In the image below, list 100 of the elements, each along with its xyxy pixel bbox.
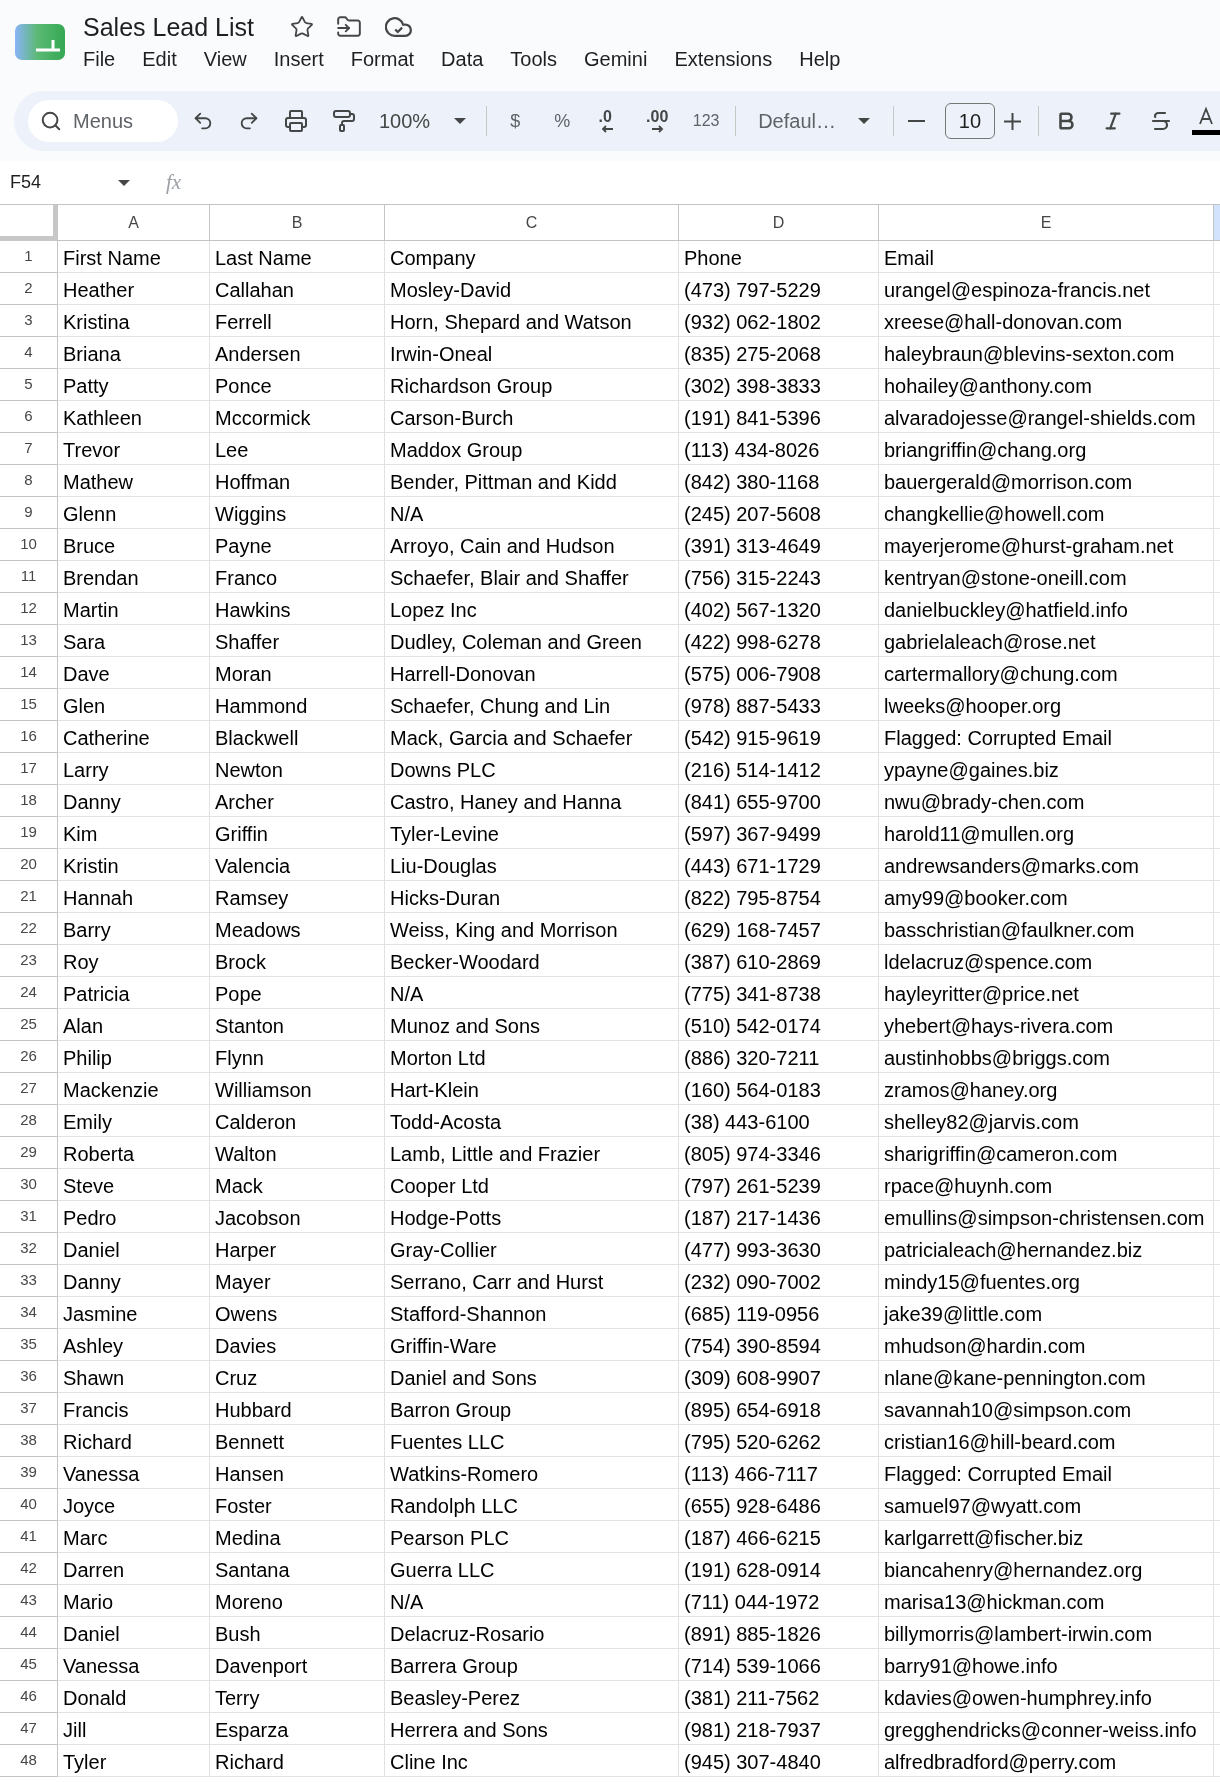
row-header[interactable]: 20 — [0, 849, 58, 881]
table-cell[interactable]: Serrano, Carr and Hurst — [385, 1265, 679, 1297]
table-cell[interactable]: Shawn — [58, 1361, 210, 1393]
font-size-field[interactable]: 10 — [944, 103, 995, 139]
table-cell[interactable]: Horn, Shepard and Watson — [385, 305, 679, 337]
table-cell[interactable]: Walton — [210, 1137, 385, 1169]
table-cell[interactable]: (381) 211-7562 — [679, 1681, 879, 1713]
table-cell[interactable]: Phone — [679, 241, 879, 273]
table-cell[interactable]: (835) 275-2068 — [679, 337, 879, 369]
table-cell[interactable]: (309) 608-9907 — [679, 1361, 879, 1393]
table-cell[interactable]: shelley82@jarvis.com — [879, 1105, 1214, 1137]
table-cell[interactable]: Marc — [58, 1521, 210, 1553]
table-cell[interactable]: Joyce — [58, 1489, 210, 1521]
table-cell[interactable]: (978) 887-5433 — [679, 689, 879, 721]
table-cell[interactable]: Emily — [58, 1105, 210, 1137]
table-cell[interactable]: Flagged: Corrupted Email — [879, 1457, 1214, 1489]
table-cell[interactable]: mhudson@hardin.com — [879, 1329, 1214, 1361]
table-cell[interactable]: ldelacruz@spence.com — [879, 945, 1214, 977]
table-cell[interactable]: Esparza — [210, 1713, 385, 1745]
table-cell[interactable]: basschristian@faulkner.com — [879, 913, 1214, 945]
row-header[interactable]: 7 — [0, 433, 58, 465]
table-cell[interactable]: Morton Ltd — [385, 1041, 679, 1073]
table-cell[interactable]: Richard — [58, 1425, 210, 1457]
table-cell[interactable]: Briana — [58, 337, 210, 369]
table-cell[interactable]: billymorris@lambert-irwin.com — [879, 1617, 1214, 1649]
row-header[interactable]: 34 — [0, 1297, 58, 1329]
table-cell[interactable]: (187) 466-6215 — [679, 1521, 879, 1553]
table-cell[interactable]: urangel@espinoza-francis.net — [879, 273, 1214, 305]
table-cell[interactable]: Pedro — [58, 1201, 210, 1233]
table-cell[interactable]: Mack, Garcia and Schaefer — [385, 721, 679, 753]
row-header[interactable]: 47 — [0, 1713, 58, 1745]
row-header[interactable]: 37 — [0, 1393, 58, 1425]
row-header[interactable]: 17 — [0, 753, 58, 785]
table-cell[interactable]: Steve — [58, 1169, 210, 1201]
table-cell[interactable]: amy99@booker.com — [879, 881, 1214, 913]
table-cell[interactable]: Moreno — [210, 1585, 385, 1617]
row-header[interactable]: 38 — [0, 1425, 58, 1457]
table-cell[interactable]: Herrera and Sons — [385, 1713, 679, 1745]
table-cell[interactable]: Mario — [58, 1585, 210, 1617]
row-header[interactable]: 39 — [0, 1457, 58, 1489]
table-cell[interactable]: Moran — [210, 657, 385, 689]
table-cell[interactable]: Hawkins — [210, 593, 385, 625]
table-cell[interactable]: Danny — [58, 1265, 210, 1297]
table-cell[interactable]: barry91@howe.info — [879, 1649, 1214, 1681]
table-cell[interactable]: Lee — [210, 433, 385, 465]
table-cell[interactable]: Mackenzie — [58, 1073, 210, 1105]
table-cell[interactable]: N/A — [385, 1585, 679, 1617]
column-header[interactable]: C — [385, 205, 679, 241]
table-cell[interactable]: Daniel and Sons — [385, 1361, 679, 1393]
table-cell[interactable]: Roy — [58, 945, 210, 977]
table-cell[interactable]: Cooper Ltd — [385, 1169, 679, 1201]
row-header[interactable]: 28 — [0, 1105, 58, 1137]
table-cell[interactable]: (822) 795-8754 — [679, 881, 879, 913]
table-cell[interactable]: Kim — [58, 817, 210, 849]
table-cell[interactable]: jake39@little.com — [879, 1297, 1214, 1329]
table-cell[interactable]: Cruz — [210, 1361, 385, 1393]
table-cell[interactable]: (932) 062-1802 — [679, 305, 879, 337]
row-header[interactable]: 30 — [0, 1169, 58, 1201]
table-cell[interactable]: Valencia — [210, 849, 385, 881]
table-cell[interactable]: N/A — [385, 497, 679, 529]
table-cell[interactable]: Pearson PLC — [385, 1521, 679, 1553]
table-cell[interactable]: N/A — [385, 977, 679, 1009]
row-header[interactable]: 2 — [0, 273, 58, 305]
table-cell[interactable]: lweeks@hooper.org — [879, 689, 1214, 721]
table-cell[interactable]: Griffin-Ware — [385, 1329, 679, 1361]
table-cell[interactable]: Tyler-Levine — [385, 817, 679, 849]
row-header[interactable]: 15 — [0, 689, 58, 721]
table-cell[interactable]: Hannah — [58, 881, 210, 913]
row-header[interactable]: 13 — [0, 625, 58, 657]
table-cell[interactable]: First Name — [58, 241, 210, 273]
table-cell[interactable]: Barry — [58, 913, 210, 945]
table-cell[interactable]: (542) 915-9619 — [679, 721, 879, 753]
table-cell[interactable]: Cline Inc — [385, 1745, 679, 1777]
currency-button[interactable]: $ — [495, 101, 536, 141]
table-cell[interactable]: Stafford-Shannon — [385, 1297, 679, 1329]
table-cell[interactable]: Richardson Group — [385, 369, 679, 401]
document-title[interactable]: Sales Lead List — [83, 12, 254, 42]
table-cell[interactable]: Hammond — [210, 689, 385, 721]
table-cell[interactable]: yhebert@hays-rivera.com — [879, 1009, 1214, 1041]
row-header[interactable]: 6 — [0, 401, 58, 433]
table-cell[interactable]: Jill — [58, 1713, 210, 1745]
table-cell[interactable]: Carson-Burch — [385, 401, 679, 433]
row-header[interactable]: 11 — [0, 561, 58, 593]
row-header[interactable]: 36 — [0, 1361, 58, 1393]
menu-item[interactable]: Edit — [142, 46, 177, 72]
table-cell[interactable]: Hicks-Duran — [385, 881, 679, 913]
table-cell[interactable]: Wiggins — [210, 497, 385, 529]
table-cell[interactable]: Sara — [58, 625, 210, 657]
table-cell[interactable]: rpace@huynh.com — [879, 1169, 1214, 1201]
menu-item[interactable]: Extensions — [674, 46, 773, 72]
table-cell[interactable]: changkellie@howell.com — [879, 497, 1214, 529]
row-header[interactable]: 3 — [0, 305, 58, 337]
table-cell[interactable]: andrewsanders@marks.com — [879, 849, 1214, 881]
menu-item[interactable]: Help — [799, 46, 841, 72]
row-header[interactable]: 9 — [0, 497, 58, 529]
table-cell[interactable]: xreese@hall-donovan.com — [879, 305, 1214, 337]
table-cell[interactable]: (842) 380-1168 — [679, 465, 879, 497]
star-icon[interactable] — [289, 15, 314, 39]
column-header[interactable]: E — [879, 205, 1214, 241]
table-cell[interactable]: Glen — [58, 689, 210, 721]
